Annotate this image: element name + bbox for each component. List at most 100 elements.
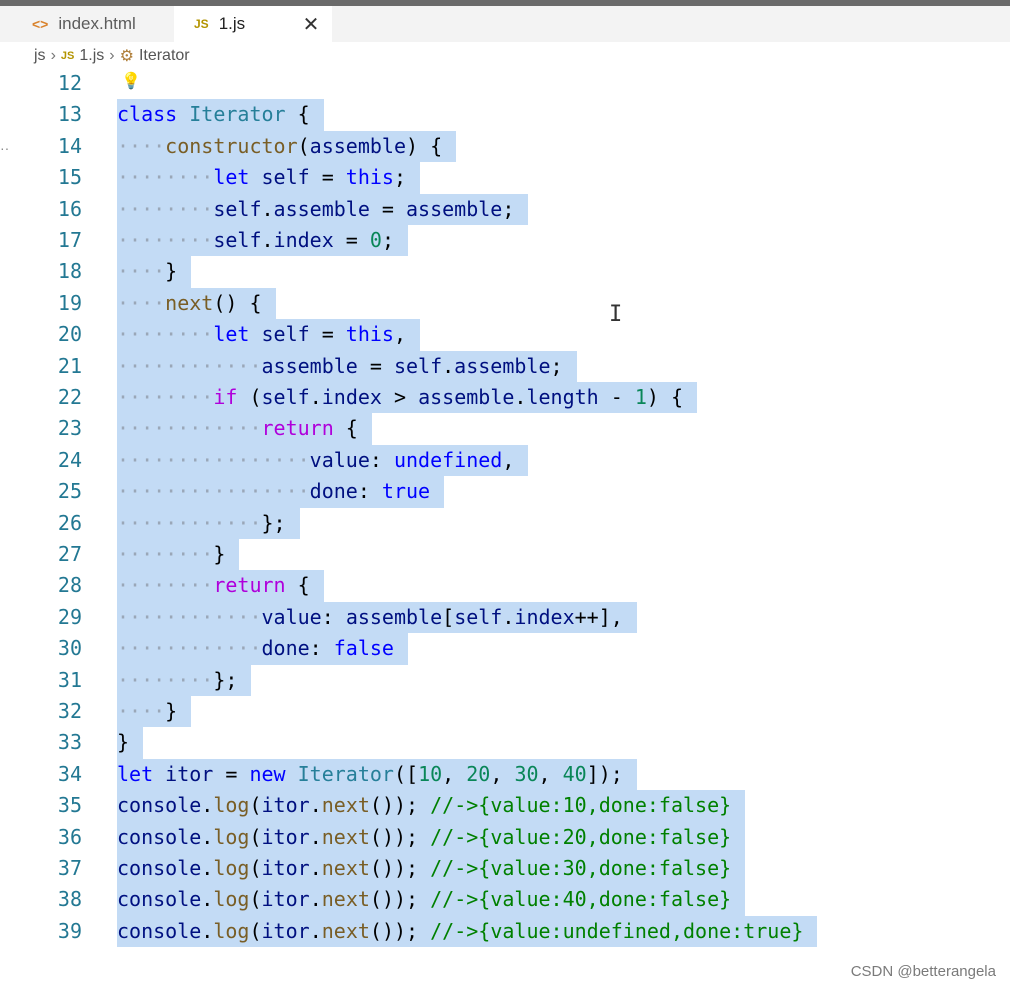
code-text[interactable]: ············done: false — [117, 633, 408, 665]
line-number: 14 — [57, 133, 82, 158]
line-number: 26 — [57, 510, 82, 535]
line-number: 18 — [57, 259, 82, 284]
code-text[interactable]: ····constructor(assemble) { — [117, 130, 457, 163]
code-line[interactable]: 17 ········self.index = 0; — [0, 225, 1010, 257]
code-line[interactable]: 36 console.log(itor.next()); //->{value:2… — [0, 821, 1010, 853]
breadcrumb: js › JS 1.js › ⚙ Iterator — [0, 42, 1010, 70]
code-line[interactable]: 20 ········let self = this, — [0, 319, 1010, 351]
code-line[interactable]: 28 ········return { — [0, 570, 1010, 602]
code-line[interactable]: 25 ················done: true — [0, 476, 1010, 508]
tab-1-js[interactable]: JS 1.js ✕ — [174, 6, 332, 42]
code-line[interactable]: 12 — [0, 68, 1010, 99]
code-text[interactable]: ········return { — [117, 570, 324, 602]
html-file-icon: <> — [32, 16, 49, 32]
line-number: 33 — [57, 730, 82, 755]
code-line[interactable]: 26 ············}; — [0, 507, 1010, 539]
line-number: 13 — [57, 102, 82, 127]
line-number: 27 — [57, 542, 82, 566]
line-number: 22 — [57, 385, 82, 409]
line-number: 21 — [57, 353, 82, 378]
code-text[interactable]: ················value: undefined, — [117, 444, 529, 477]
tab-index-html[interactable]: <> index.html — [14, 6, 174, 42]
tab-bar: <> index.html JS 1.js ✕ — [0, 6, 1010, 42]
line-number: 20 — [57, 322, 82, 347]
code-text[interactable]: ····next() { — [117, 287, 276, 320]
line-number: 36 — [57, 824, 82, 849]
close-icon[interactable]: ✕ — [300, 6, 322, 42]
code-line[interactable]: 34 let itor = new Iterator([10, 20, 30, 4… — [0, 758, 1010, 791]
code-text[interactable]: console.log(itor.next()); //->{value:und… — [117, 915, 818, 948]
code-text[interactable]: ····} — [117, 256, 192, 288]
breadcrumb-symbol[interactable]: Iterator — [139, 47, 190, 65]
line-number: 31 — [57, 667, 82, 692]
line-number: 12 — [57, 71, 82, 95]
tab-label: index.html — [58, 14, 136, 33]
code-text[interactable]: ············}; — [117, 507, 300, 539]
class-symbol-icon: ⚙ — [119, 48, 134, 65]
code-text[interactable]: console.log(itor.next()); //->{value:10,… — [117, 790, 746, 822]
code-text[interactable]: ········}; — [117, 664, 252, 696]
breadcrumb-file[interactable]: 1.js — [79, 47, 104, 65]
code-line[interactable]: 21 ············assemble = self.assemble; — [0, 350, 1010, 382]
js-file-icon: JS — [60, 50, 75, 62]
code-line[interactable]: 35 console.log(itor.next()); //->{value:1… — [0, 790, 1010, 822]
line-number: 29 — [57, 604, 82, 629]
line-number: 19 — [57, 290, 82, 315]
code-text[interactable]: class Iterator { — [117, 99, 324, 131]
mouse-ibeam-cursor-icon: I — [609, 302, 623, 327]
code-line[interactable]: 37 console.log(itor.next()); //->{value:3… — [0, 853, 1010, 885]
code-text[interactable]: ············value: assemble[self.index++… — [117, 601, 637, 634]
code-line[interactable]: 14 ····constructor(assemble) { — [0, 130, 1010, 163]
line-number: 25 — [57, 479, 82, 504]
code-line[interactable]: 32 ····} — [0, 696, 1010, 728]
code-text[interactable]: ········if (self.index > assemble.length… — [117, 382, 697, 414]
code-line[interactable]: 19 ····next() { — [0, 287, 1010, 320]
code-text[interactable]: ········let self = this, — [117, 319, 421, 351]
code-line[interactable]: 23 ············return { — [0, 413, 1010, 445]
code-line[interactable]: 22 ········if (self.index > assemble.leng… — [0, 382, 1010, 414]
code-line[interactable]: 29 ············value: assemble[self.index… — [0, 601, 1010, 634]
line-number: 23 — [57, 416, 82, 441]
line-number: 32 — [57, 699, 82, 723]
code-text[interactable]: console.log(itor.next()); //->{value:40,… — [117, 884, 746, 916]
code-text[interactable]: ····} — [117, 696, 192, 728]
code-text[interactable]: ········let self = this; — [117, 162, 421, 194]
line-number: 34 — [57, 761, 82, 786]
code-text[interactable]: ················done: true — [117, 476, 445, 508]
breadcrumb-folder[interactable]: js — [34, 47, 46, 65]
line-number: 30 — [57, 636, 82, 661]
code-line[interactable]: 18 ····} — [0, 256, 1010, 288]
line-number: 39 — [57, 918, 82, 943]
line-number: 16 — [57, 196, 82, 221]
code-line[interactable]: 13 class Iterator { — [0, 99, 1010, 131]
js-file-icon: JS — [194, 17, 209, 31]
code-text[interactable]: console.log(itor.next()); //->{value:30,… — [117, 853, 746, 885]
code-line[interactable]: 30 ············done: false — [0, 633, 1010, 665]
line-number: 37 — [57, 856, 82, 880]
line-number: 24 — [57, 447, 82, 472]
code-line[interactable]: 31 ········}; — [0, 664, 1010, 696]
tab-label: 1.js — [218, 14, 246, 33]
code-text[interactable]: } — [117, 727, 144, 759]
code-editor[interactable]: 💡 12 13 class Iterator {14 ····constructor(… — [0, 70, 1010, 990]
code-text[interactable]: ········self.assemble = assemble; — [117, 193, 529, 225]
code-line[interactable]: 16 ········self.assemble = assemble; — [0, 193, 1010, 225]
line-number: 17 — [57, 228, 82, 252]
code-text[interactable]: ········} — [117, 539, 240, 571]
code-line[interactable]: 24 ················value: undefined, — [0, 444, 1010, 477]
watermark: CSDN @betterangela — [850, 963, 996, 980]
code-text[interactable]: ············assemble = self.assemble; — [117, 350, 577, 382]
line-number: 15 — [57, 165, 82, 190]
code-text[interactable]: let itor = new Iterator([10, 20, 30, 40]… — [117, 758, 637, 791]
code-line[interactable]: 27 ········} — [0, 539, 1010, 571]
code-line[interactable]: 38 console.log(itor.next()); //->{value:4… — [0, 884, 1010, 916]
code-text[interactable]: console.log(itor.next()); //->{value:20,… — [117, 821, 746, 853]
code-line[interactable]: 33} — [0, 727, 1010, 759]
code-text[interactable]: ············return { — [117, 413, 372, 445]
line-number: 35 — [57, 793, 82, 818]
code-text[interactable]: ········self.index = 0; — [117, 225, 408, 257]
line-number: 28 — [57, 573, 82, 598]
chevron-right-icon: › — [50, 47, 56, 64]
code-line[interactable]: 15 ········let self = this; — [0, 162, 1010, 194]
code-line[interactable]: 39 console.log(itor.next()); //->{value:u… — [0, 915, 1010, 948]
